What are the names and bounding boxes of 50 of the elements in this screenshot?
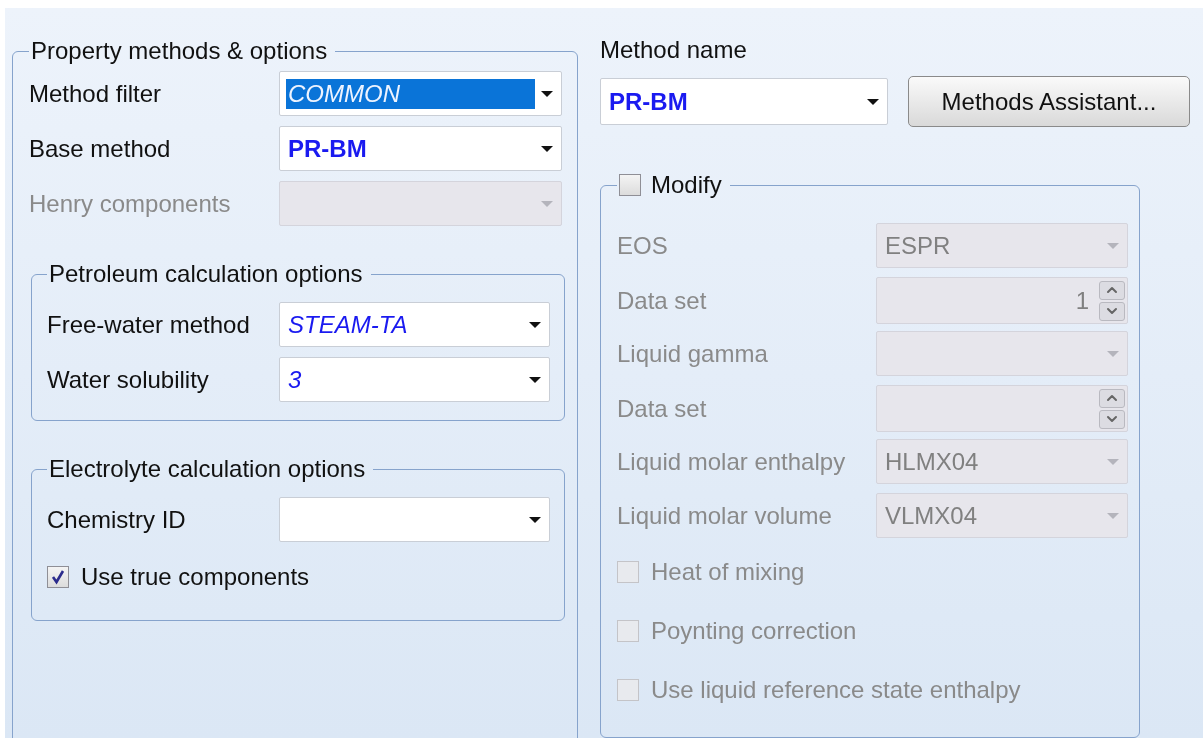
field-label: Liquid gamma [617,339,769,368]
checkbox-label: Modify [651,171,722,199]
checkbox-label: Heat of mixing [651,558,805,586]
field-label: Water solubility [47,365,210,394]
checkbox[interactable] [619,174,641,196]
field-value: VLMX04 [884,500,979,531]
field-label: Henry components [29,189,232,218]
field-value: 1 [1074,285,1090,316]
dropdown-arrow-icon [529,516,541,523]
checkbox-label: Use liquid reference state enthalpy [651,676,1021,704]
field-value: 3 [287,364,303,395]
field-value: STEAM-TA [287,309,409,340]
field-label: EOS [617,231,669,260]
dropdown-field[interactable]: 3 [279,357,550,402]
dropdown-arrow-icon [541,90,553,97]
dropdown-field[interactable]: STEAM-TA [279,302,550,347]
field-value: PR-BM [608,86,689,117]
dropdown-arrow-icon [541,145,553,152]
field-label: Liquid molar enthalpy [617,447,847,476]
field-value: HLMX04 [884,446,980,477]
field-value: ESPR [884,230,952,261]
dropdown-arrow-icon [529,376,541,383]
group-title: Property methods & options [31,37,328,65]
methods-assistant-button[interactable]: Methods Assistant... [908,76,1190,127]
group-title: Petroleum calculation options [49,260,363,288]
checkbox[interactable] [47,566,69,588]
field-label: Base method [29,134,172,163]
dropdown-field[interactable]: COMMON [279,71,562,116]
field-label: Free-water method [47,310,251,339]
field-value: PR-BM [287,133,368,164]
field-value: COMMON [286,78,535,109]
checkbox-label: Use true components [81,563,310,591]
dropdown-arrow-icon [1107,350,1119,357]
dropdown-arrow-icon [1107,512,1119,519]
dropdown-field[interactable] [279,497,550,542]
group-title: Electrolyte calculation options [49,455,366,483]
dropdown-field[interactable]: PR-BM [600,78,888,125]
dropdown-arrow-icon [541,200,553,207]
dropdown-arrow-icon [529,321,541,328]
field-label: Method name [600,36,748,64]
field-label: Liquid molar volume [617,501,833,530]
checkbox-label: Poynting correction [651,617,857,645]
dropdown-arrow-icon [867,98,879,105]
dropdown-arrow-icon [1107,242,1119,249]
field-label: Chemistry ID [47,505,187,534]
field-label: Data set [617,394,708,423]
dropdown-arrow-icon [1107,458,1119,465]
field-label: Data set [617,286,708,315]
field-label: Method filter [29,79,163,108]
dropdown-field[interactable]: PR-BM [279,126,562,171]
